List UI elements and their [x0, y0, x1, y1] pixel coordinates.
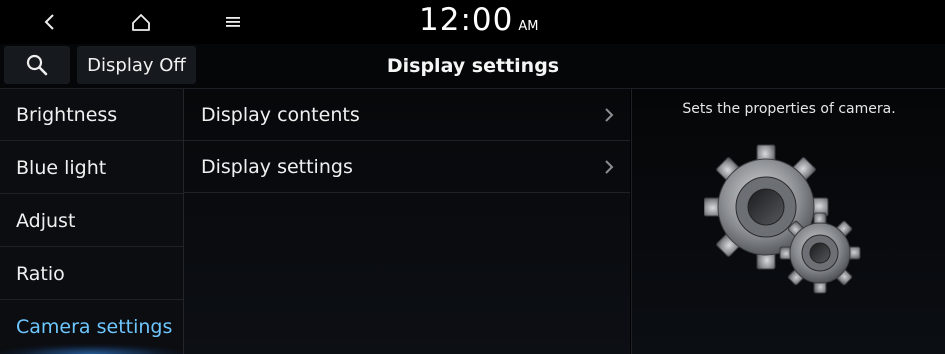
help-panel: Sets the properties of camera. [631, 89, 945, 354]
clock-ampm: AM [518, 19, 539, 34]
chevron-right-icon [605, 160, 614, 174]
clock-time: 12:00 [419, 2, 514, 38]
main-list: Display contents Display settings [184, 89, 630, 354]
sidebar-item-adjust[interactable]: Adjust [0, 195, 183, 247]
sidebar-item-brightness[interactable]: Brightness [0, 89, 183, 141]
sidebar-item-ratio[interactable]: Ratio [0, 248, 183, 300]
status-bar: 12:00 AM [0, 0, 945, 44]
menu-icon [226, 17, 240, 27]
header-bar: Display Off Display settings [0, 44, 945, 89]
back-arrow-icon [44, 14, 54, 30]
sidebar: Brightness Blue light Adjust Ratio Camer… [0, 89, 184, 354]
list-item-display-contents[interactable]: Display contents [184, 89, 630, 141]
clock: 12:00 AM [419, 2, 538, 42]
list-item-label: Display contents [201, 103, 360, 126]
help-description: Sets the properties of camera. [682, 101, 896, 117]
active-indicator [0, 344, 183, 354]
menu-button[interactable] [213, 4, 253, 40]
search-button[interactable] [4, 46, 70, 84]
home-icon [132, 14, 150, 31]
gears-icon [704, 144, 861, 294]
chevron-right-icon [605, 108, 614, 122]
home-button[interactable] [121, 4, 161, 40]
list-item-display-settings[interactable]: Display settings [184, 141, 630, 193]
back-button[interactable] [30, 4, 70, 40]
list-item-label: Display settings [201, 155, 353, 178]
sidebar-item-blue-light[interactable]: Blue light [0, 142, 183, 194]
page-title: Display settings [386, 55, 560, 77]
search-icon [26, 54, 48, 76]
display-off-button[interactable]: Display Off [77, 46, 196, 84]
